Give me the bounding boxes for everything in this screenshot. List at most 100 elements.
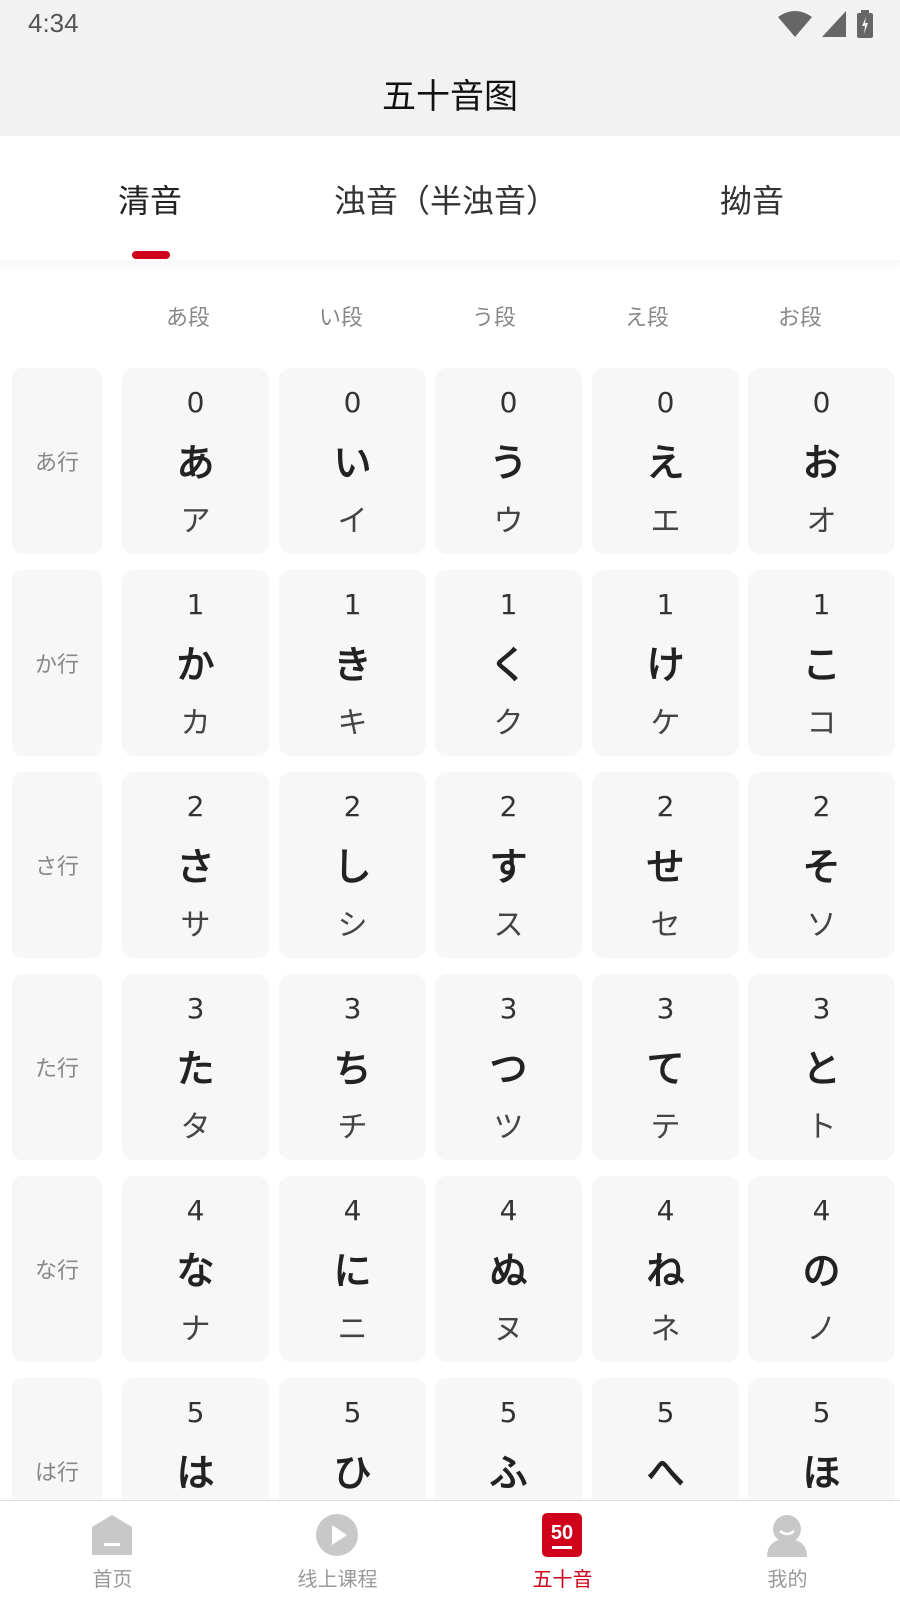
nav-fifty-sounds-label: 五十音 bbox=[532, 1567, 593, 1591]
hiragana: た bbox=[176, 1047, 215, 1091]
active-tab-indicator bbox=[132, 251, 170, 259]
hiragana: て bbox=[646, 1047, 685, 1091]
kana-cell[interactable]: 5ほ bbox=[748, 1378, 895, 1500]
row-label: あ行 bbox=[12, 368, 102, 554]
hiragana: く bbox=[489, 643, 528, 687]
kana-cell[interactable]: 4 ねネ bbox=[592, 1176, 739, 1362]
kana-cell[interactable]: 0 あア bbox=[122, 368, 269, 554]
tab-dakuon[interactable]: 浊音（半浊音） bbox=[334, 176, 558, 222]
title-bar: 五十音图 bbox=[0, 50, 900, 136]
hiragana: と bbox=[802, 1047, 841, 1091]
katakana: チ bbox=[337, 1110, 368, 1145]
hiragana: し bbox=[333, 845, 372, 889]
katakana: タ bbox=[180, 1110, 211, 1145]
kana-count: 3 bbox=[656, 992, 675, 1025]
katakana: セ bbox=[650, 908, 681, 943]
hiragana: つ bbox=[489, 1047, 528, 1091]
hiragana: う bbox=[489, 441, 528, 485]
row-label: な行 bbox=[12, 1176, 102, 1362]
katakana: ソ bbox=[806, 908, 837, 943]
hiragana: さ bbox=[176, 845, 215, 889]
kana-cell[interactable]: 1 こコ bbox=[748, 570, 895, 756]
katakana: カ bbox=[180, 706, 211, 741]
kana-cell[interactable]: 1 きキ bbox=[279, 570, 426, 756]
kana-cell[interactable]: 4 にニ bbox=[279, 1176, 426, 1362]
kana-cell[interactable]: 5ふ bbox=[435, 1378, 582, 1500]
profile-icon bbox=[767, 1515, 807, 1557]
hiragana: ね bbox=[646, 1249, 685, 1293]
kana-count: 0 bbox=[186, 386, 205, 419]
kana-count: 2 bbox=[499, 790, 518, 823]
kana-cell[interactable]: 3 ちチ bbox=[279, 974, 426, 1160]
kana-cell[interactable]: 1 くク bbox=[435, 570, 582, 756]
kana-cell[interactable]: 2 しシ bbox=[279, 772, 426, 958]
fifty-icon: 50 bbox=[542, 1513, 582, 1557]
kana-cell[interactable]: 2 せセ bbox=[592, 772, 739, 958]
kana-count: 4 bbox=[343, 1194, 362, 1227]
kana-count: 0 bbox=[812, 386, 831, 419]
status-icons bbox=[778, 10, 874, 38]
hiragana: な bbox=[176, 1249, 215, 1293]
hiragana: に bbox=[333, 1249, 372, 1293]
tab-youon[interactable]: 拗音 bbox=[720, 176, 784, 222]
kana-count: 1 bbox=[343, 588, 362, 621]
kana-count: 0 bbox=[656, 386, 675, 419]
kana-cell[interactable]: 4 なナ bbox=[122, 1176, 269, 1362]
kana-cell[interactable]: 0 おオ bbox=[748, 368, 895, 554]
katakana: ク bbox=[493, 706, 524, 741]
katakana: ノ bbox=[806, 1312, 837, 1347]
katakana: シ bbox=[337, 908, 368, 943]
kana-cell[interactable]: 2 そソ bbox=[748, 772, 895, 958]
bottom-nav: 首页 线上课程 50 五十音 我的 bbox=[0, 1500, 900, 1600]
kana-cell[interactable]: 5は bbox=[122, 1378, 269, 1500]
hiragana: か bbox=[176, 643, 215, 687]
kana-cell[interactable]: 2 さサ bbox=[122, 772, 269, 958]
hiragana: け bbox=[646, 643, 685, 687]
tab-seion[interactable]: 清音 bbox=[118, 176, 182, 222]
kana-cell[interactable]: 1 けケ bbox=[592, 570, 739, 756]
kana-count: 5 bbox=[343, 1396, 362, 1429]
hiragana: ふ bbox=[489, 1451, 528, 1495]
katakana: ナ bbox=[180, 1312, 211, 1347]
kana-cell[interactable]: 3 とト bbox=[748, 974, 895, 1160]
nav-fifty-sounds[interactable]: 50 五十音 bbox=[450, 1501, 675, 1601]
kana-cell[interactable]: 3 たタ bbox=[122, 974, 269, 1160]
column-header: う段 bbox=[471, 306, 516, 331]
column-header: え段 bbox=[624, 306, 669, 331]
kana-cell[interactable]: 0 いイ bbox=[279, 368, 426, 554]
katakana: ツ bbox=[493, 1110, 524, 1145]
svg-text:50: 50 bbox=[551, 1522, 573, 1544]
kana-cell[interactable]: 4 ぬヌ bbox=[435, 1176, 582, 1362]
kana-cell[interactable]: 0 うウ bbox=[435, 368, 582, 554]
kana-cell[interactable]: 5へ bbox=[592, 1378, 739, 1500]
kana-cell[interactable]: 4 のノ bbox=[748, 1176, 895, 1362]
kana-count: 2 bbox=[656, 790, 675, 823]
kana-count: 2 bbox=[186, 790, 205, 823]
signal-icon bbox=[822, 11, 846, 37]
column-headers: あ段 い段 う段 え段 お段 bbox=[0, 300, 900, 331]
kana-cell[interactable]: 1 かカ bbox=[122, 570, 269, 756]
kana-count: 2 bbox=[343, 790, 362, 823]
kana-count: 3 bbox=[812, 992, 831, 1025]
kana-count: 1 bbox=[656, 588, 675, 621]
nav-courses[interactable]: 线上课程 bbox=[225, 1501, 450, 1601]
nav-home[interactable]: 首页 bbox=[0, 1501, 225, 1601]
kana-cell[interactable]: 5ひ bbox=[279, 1378, 426, 1500]
hiragana: あ bbox=[176, 441, 215, 485]
katakana: ネ bbox=[650, 1312, 681, 1347]
katakana: テ bbox=[650, 1110, 681, 1145]
nav-profile-label: 我的 bbox=[767, 1567, 808, 1591]
kana-cell[interactable]: 3 つツ bbox=[435, 974, 582, 1160]
nav-profile[interactable]: 我的 bbox=[675, 1501, 900, 1601]
kana-cell[interactable]: 2 すス bbox=[435, 772, 582, 958]
hiragana: い bbox=[333, 441, 372, 485]
row-label: か行 bbox=[12, 570, 102, 756]
kana-cell[interactable]: 3 てテ bbox=[592, 974, 739, 1160]
kana-cell[interactable]: 0 えエ bbox=[592, 368, 739, 554]
hiragana: す bbox=[489, 845, 528, 889]
home-icon bbox=[92, 1515, 132, 1555]
nav-home-label: 首页 bbox=[92, 1567, 133, 1591]
play-icon bbox=[316, 1514, 358, 1556]
hiragana: そ bbox=[802, 845, 841, 889]
hiragana: の bbox=[802, 1249, 841, 1293]
